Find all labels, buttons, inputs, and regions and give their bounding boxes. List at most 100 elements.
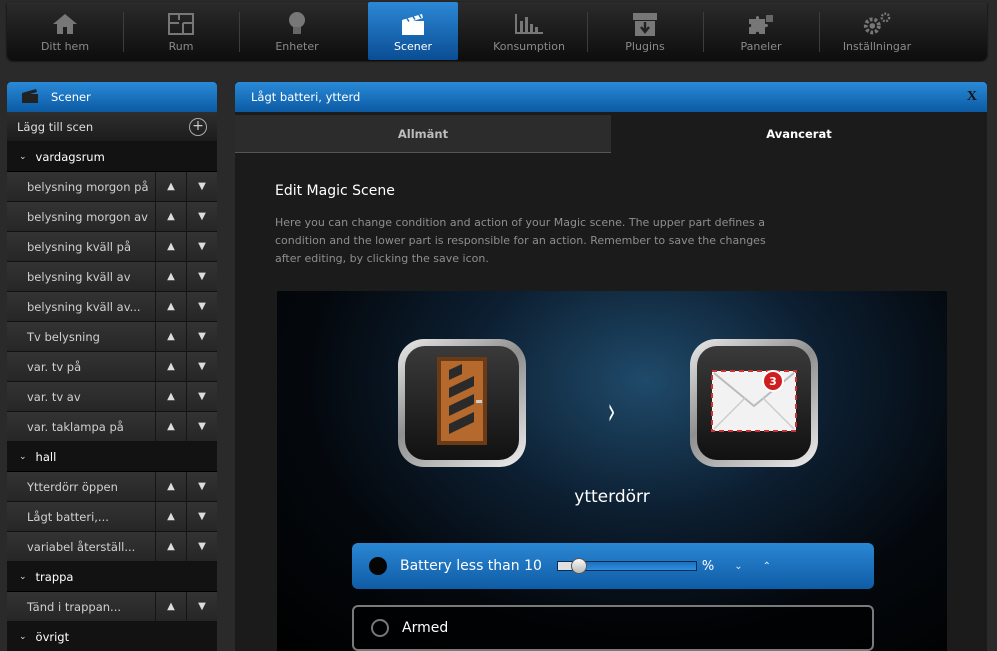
scene-item[interactable]: var. taklampa på ▲ ▼ [7,411,217,442]
scene-label: Tv belysning [27,329,100,344]
move-down-icon[interactable]: ▼ [186,351,217,382]
chevron-down-icon: ⌄ [19,631,27,642]
nav-label: Paneler [740,40,782,53]
nav-scener[interactable]: Scener [368,2,458,60]
mail-icon [711,370,797,436]
radio-selected[interactable] [369,557,387,575]
move-up-icon[interactable]: ▲ [155,591,186,622]
scene-item[interactable]: variabel återställ... ▲ ▼ [7,531,217,562]
nav-paneler[interactable]: Paneler [703,2,819,60]
scene-label: var. tv på [27,359,82,374]
add-scene-button[interactable]: Lägg till scen + [7,112,217,142]
scene-label: belysning kväll av [27,269,131,284]
notification-badge: 3 [762,370,784,392]
group-trappa[interactable]: ⌄ trappa [7,562,217,592]
move-down-icon[interactable]: ▼ [186,411,217,442]
nav-label: Scener [393,40,433,53]
group-label: trappa [35,569,74,584]
nav-rum[interactable]: Rum [123,2,239,60]
puzzle-icon [746,10,776,38]
move-down-icon[interactable]: ▼ [186,201,217,232]
scene-item[interactable]: belysning morgon på ▲ ▼ [7,171,217,202]
house-icon [50,10,80,38]
nav-label: Enheter [275,40,319,53]
move-up-icon[interactable]: ▲ [155,471,186,502]
slider-knob[interactable] [570,558,587,574]
move-up-icon[interactable]: ▲ [155,411,186,442]
scene-item[interactable]: belysning kväll av ▲ ▼ [7,261,217,292]
chevron-down-icon[interactable]: ⌄ [734,561,742,572]
move-up-icon[interactable]: ▲ [155,531,186,562]
panel-content: Edit Magic Scene Here you can change con… [235,183,987,268]
group-ovrigt[interactable]: ⌄ övrigt [7,622,217,651]
move-up-icon[interactable]: ▲ [155,501,186,532]
group-label: vardagsrum [35,149,105,164]
add-scene-label: Lägg till scen [17,119,94,134]
sidebar-header: Scener [7,82,217,112]
threshold-slider[interactable] [556,558,697,574]
nav-enheter[interactable]: Enheter [239,2,355,60]
nav-installningar[interactable]: Inställningar [819,2,935,60]
move-down-icon[interactable]: ▼ [186,501,217,532]
plus-icon[interactable]: + [189,117,207,136]
move-down-icon[interactable]: ▼ [186,171,217,202]
nav-label: Plugins [625,40,665,53]
scene-item[interactable]: Tv belysning ▲ ▼ [7,321,217,352]
nav-label: Inställningar [842,40,912,53]
move-up-icon[interactable]: ▲ [155,201,186,232]
nav-plugins[interactable]: Plugins [587,2,703,60]
tab-avancerat[interactable]: Avancerat [611,115,987,153]
move-down-icon[interactable]: ▼ [186,591,217,622]
group-vardagsrum[interactable]: ⌄ vardagsrum [7,142,217,172]
scene-label: Tänd i trappan... [27,599,122,614]
move-down-icon[interactable]: ▼ [186,231,217,262]
chevron-down-icon: ⌄ [19,451,27,462]
group-hall[interactable]: ⌄ hall [7,442,217,472]
move-up-icon[interactable]: ▲ [155,171,186,202]
scene-item[interactable]: var. tv av ▲ ▼ [7,381,217,412]
scene-editor-panel: Lågt batteri, ytterd X Allmänt Avancerat… [235,82,987,651]
download-box-icon [630,10,660,38]
scene-item[interactable]: var. tv på ▲ ▼ [7,351,217,382]
clapperboard-icon [398,10,428,38]
move-down-icon[interactable]: ▼ [186,291,217,322]
move-down-icon[interactable]: ▼ [186,531,217,562]
trigger-device-tile[interactable] [398,339,526,467]
panel-header: Lågt batteri, ytterd X [235,82,987,112]
move-up-icon[interactable]: ▲ [155,231,186,262]
move-down-icon[interactable]: ▼ [186,261,217,292]
tab-bar: Allmänt Avancerat [235,115,987,153]
nav-ditt-hem[interactable]: Ditt hem [7,2,123,60]
group-label: hall [35,449,57,464]
scene-item[interactable]: belysning morgon av ▲ ▼ [7,201,217,232]
scene-item[interactable]: Ytterdörr öppen ▲ ▼ [7,471,217,502]
radio-unselected[interactable] [371,619,389,637]
scene-item[interactable]: belysning kväll av... ▲ ▼ [7,291,217,322]
nav-konsumption[interactable]: Konsumption [471,2,587,60]
unit-label: % [701,558,715,574]
scene-item[interactable]: Tänd i trappan... ▲ ▼ [7,591,217,622]
move-down-icon[interactable]: ▼ [186,471,217,502]
chevron-up-icon[interactable]: ⌃ [763,561,771,572]
move-up-icon[interactable]: ▲ [155,351,186,382]
condition-battery[interactable]: Battery less than 10 % ⌄ ⌃ [352,543,874,589]
move-down-icon[interactable]: ▼ [186,321,217,352]
chevron-down-icon: ⌄ [19,151,27,162]
condition-label: Battery less than 10 [400,558,542,574]
move-up-icon[interactable]: ▲ [155,321,186,352]
condition-armed[interactable]: Armed [352,605,874,651]
floorplan-icon [166,10,196,38]
action-device-tile[interactable]: 3 [690,339,818,467]
scene-item-selected[interactable]: Lågt batteri,... ▲ ▼ [7,501,217,532]
group-label: övrigt [35,629,70,644]
scene-label: var. tv av [27,389,81,404]
scene-label: belysning morgon av [27,209,148,224]
move-up-icon[interactable]: ▲ [155,381,186,412]
move-down-icon[interactable]: ▼ [186,381,217,412]
close-button[interactable]: X [967,89,977,105]
move-up-icon[interactable]: ▲ [155,291,186,322]
scene-label: belysning kväll av... [27,299,141,314]
tab-allmant[interactable]: Allmänt [235,115,611,153]
scene-item[interactable]: belysning kväll på ▲ ▼ [7,231,217,262]
move-up-icon[interactable]: ▲ [155,261,186,292]
